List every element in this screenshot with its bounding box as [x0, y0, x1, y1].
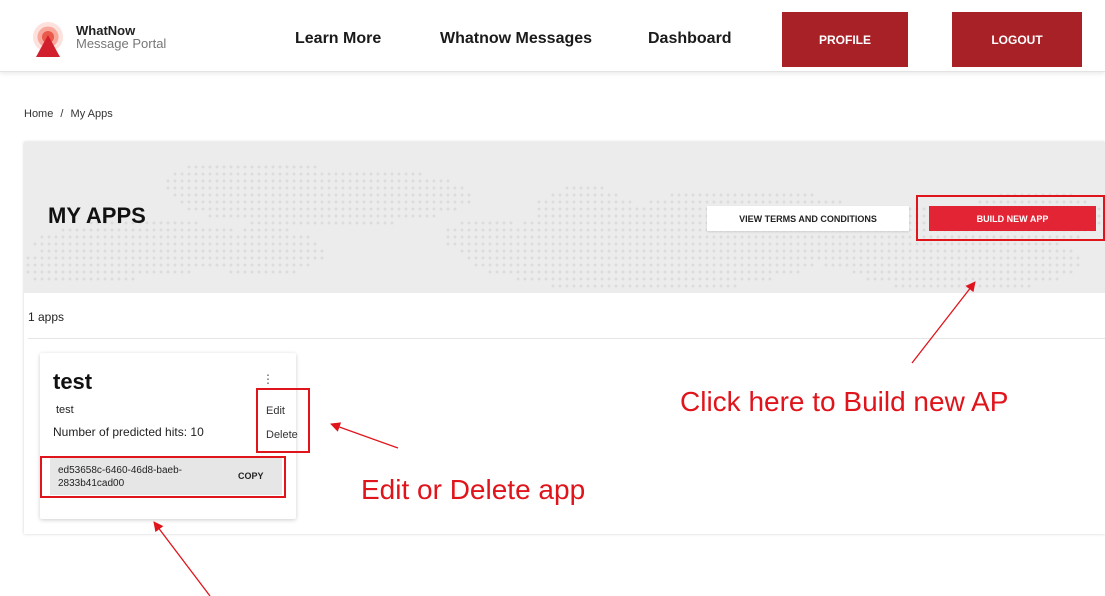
annotation-arrows	[153, 281, 976, 596]
build-annotation-text: Click here to Build new AP	[680, 386, 1009, 417]
build-arrow	[911, 281, 976, 364]
edit-delete-annotation-text: Edit or Delete app	[361, 474, 586, 505]
key-arrow	[153, 521, 211, 596]
menu-arrow	[330, 422, 399, 449]
